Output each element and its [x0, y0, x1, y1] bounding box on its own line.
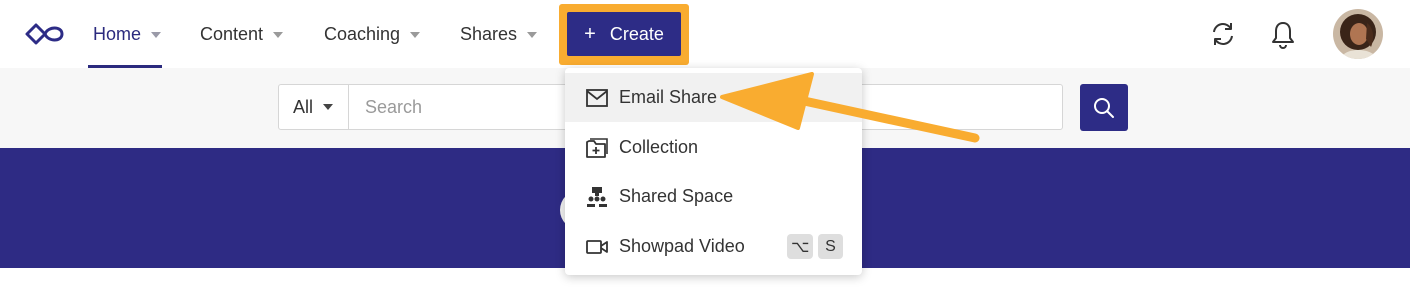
search-scope-value: All — [293, 96, 314, 117]
chevron-down-icon — [527, 32, 538, 38]
menu-item-label: Shared Space — [619, 186, 734, 206]
nav-coaching[interactable]: Coaching — [324, 22, 421, 46]
bell-icon[interactable] — [1267, 18, 1299, 50]
envelope-icon — [585, 86, 609, 110]
search-icon — [1094, 97, 1114, 118]
user-avatar[interactable] — [1333, 9, 1383, 59]
shortcut-key-option: ⌥ — [787, 234, 814, 259]
menu-item-showpad-video[interactable]: Showpad Video ⌥ S — [565, 222, 862, 271]
nav-shares-label: Shares — [460, 23, 518, 44]
showpad-logo-icon[interactable] — [24, 22, 66, 46]
create-button-label: Create — [609, 23, 664, 44]
nav-home[interactable]: Home — [93, 22, 162, 46]
chevron-down-icon — [151, 32, 162, 38]
nav-home-label: Home — [93, 23, 142, 44]
nav-content[interactable]: Content — [200, 22, 284, 46]
menu-item-label: Collection — [619, 137, 699, 157]
menu-item-label: Showpad Video — [619, 236, 745, 256]
chevron-down-icon — [410, 32, 421, 38]
create-button[interactable]: + Create — [567, 12, 681, 56]
chevron-down-icon — [273, 32, 284, 38]
nav-content-label: Content — [200, 23, 264, 44]
plus-icon: + — [584, 23, 596, 45]
top-navigation: Home Content Coaching Shares + Create — [0, 0, 1410, 68]
video-camera-icon — [585, 235, 609, 259]
sync-icon[interactable] — [1207, 18, 1239, 50]
collection-add-icon — [585, 136, 609, 160]
nav-coaching-label: Coaching — [324, 23, 401, 44]
menu-item-collection[interactable]: Collection — [565, 123, 862, 172]
search-button[interactable] — [1080, 84, 1128, 131]
nav-shares[interactable]: Shares — [460, 22, 538, 46]
chevron-down-icon — [323, 104, 334, 110]
shortcut-key-s: S — [818, 234, 843, 259]
create-dropdown-menu: Email Share Collection Shared Space Show… — [565, 68, 862, 275]
menu-item-shared-space[interactable]: Shared Space — [565, 172, 862, 221]
shared-space-icon — [585, 185, 609, 209]
menu-item-label: Email Share — [619, 87, 718, 107]
search-scope-dropdown[interactable]: All — [279, 85, 349, 129]
menu-item-email-share[interactable]: Email Share — [565, 73, 862, 122]
